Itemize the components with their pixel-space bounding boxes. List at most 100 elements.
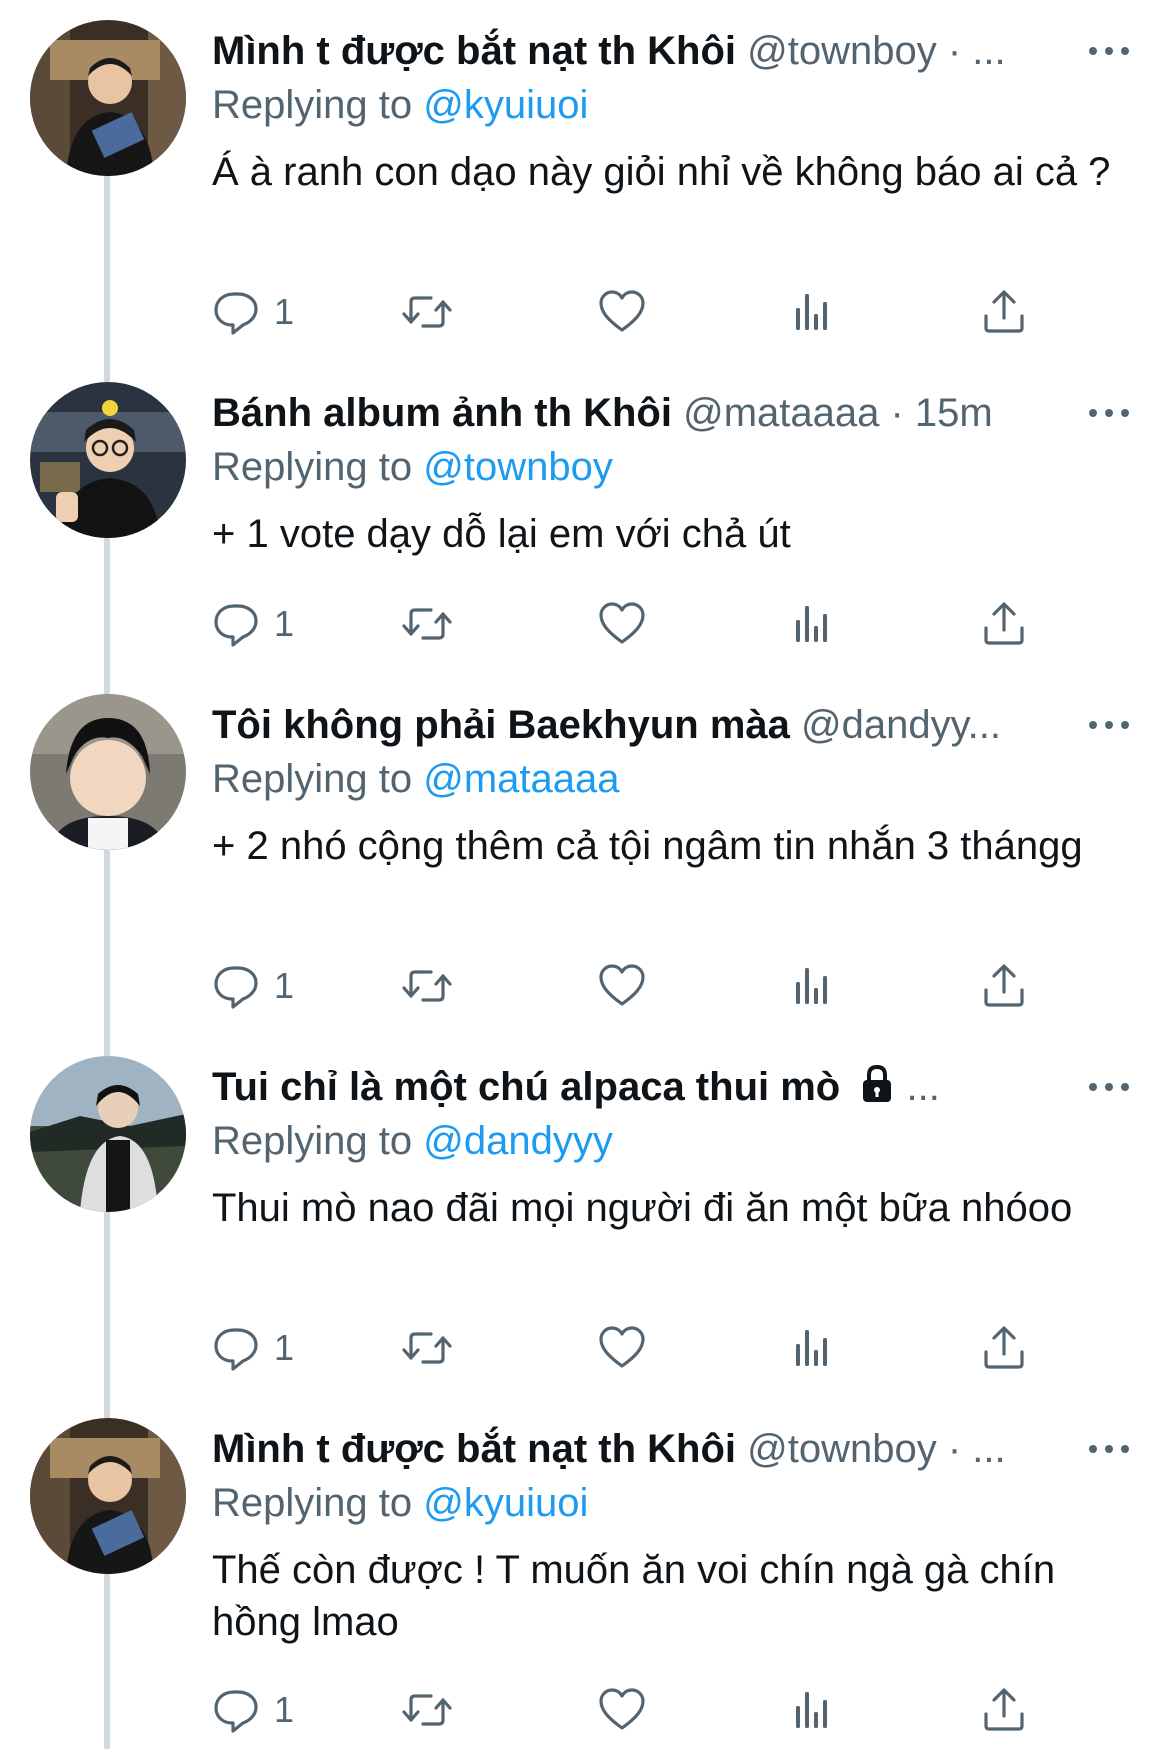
thread-line [104,1398,110,1418]
replying-to-label: Replying to [212,1481,413,1525]
share-button[interactable] [980,282,1028,342]
reply-button[interactable]: 1 [212,956,294,1016]
mention-link[interactable]: @dandyyy [423,1119,613,1163]
replying-to: Replying to @dandyyy [212,1114,613,1168]
avatar[interactable] [30,382,186,538]
like-button[interactable] [598,1318,646,1378]
like-icon [599,964,645,1006]
display-name[interactable]: Mình t được bắt nạt th Khôi [212,29,736,73]
handle[interactable]: @townboy · ... [747,1427,1005,1471]
mention-link[interactable]: @townboy [423,445,613,489]
tweet-item[interactable]: Tôi không phải Baekhyun màa @dandyy... R… [0,674,1170,1050]
share-button[interactable] [980,1318,1028,1378]
share-button[interactable] [980,956,1028,1016]
tweet-header: Tui chỉ là một chú alpaca thui mò ... [212,1060,1072,1118]
more-icon[interactable] [1084,26,1134,76]
handle[interactable]: @dandyy... [801,703,1001,747]
retweet-button[interactable] [400,1318,454,1378]
views-icon [796,294,827,330]
tweet-header: Mình t được bắt nạt th Khôi @townboy · .… [212,24,1072,78]
reply-button[interactable]: 1 [212,1318,294,1378]
replying-to-label: Replying to [212,757,413,801]
more-icon[interactable] [1084,388,1134,438]
avatar[interactable] [30,20,186,176]
retweet-button[interactable] [400,282,454,342]
reply-count: 1 [274,1689,295,1730]
replying-to: Replying to @kyuiuoi [212,78,588,132]
views-button[interactable] [790,1680,834,1740]
action-bar: 1 [212,1318,1112,1378]
avatar[interactable] [30,1056,186,1212]
thread-line [104,1574,110,1749]
thread-line [104,674,110,694]
views-button[interactable] [790,1318,834,1378]
tweet-header: Tôi không phải Baekhyun màa @dandyy... [212,698,1072,752]
action-bar: 1 [212,594,1112,654]
replying-to: Replying to @townboy [212,440,613,494]
reply-button[interactable]: 1 [212,282,294,342]
reply-count: 1 [274,603,295,644]
replying-to-label: Replying to [212,83,413,127]
share-icon [984,964,1024,1007]
display-name[interactable]: Bánh album ảnh th Khôi [212,391,672,435]
thread-line [104,176,110,376]
like-button[interactable] [598,1680,646,1740]
display-name[interactable]: Tui chỉ là một chú alpaca thui mò [212,1065,840,1109]
handle[interactable]: ... [906,1065,939,1109]
handle[interactable]: @townboy · ... [747,29,1005,73]
retweet-button[interactable] [400,956,454,1016]
mention-link[interactable]: @kyuiuoi [423,83,588,127]
thread-line [104,362,110,382]
action-bar: 1 [212,1680,1112,1740]
tweet-item[interactable]: Mình t được bắt nạt th Khôi @townboy · .… [0,1398,1170,1749]
tweet-header: Bánh album ảnh th Khôi @mataaaa · 15m [212,386,1072,440]
thread-line [104,538,110,688]
display-name[interactable]: Tôi không phải Baekhyun màa [212,703,790,747]
more-icon[interactable] [1084,1062,1134,1112]
avatar[interactable] [30,694,186,850]
share-button[interactable] [980,1680,1028,1740]
mention-link[interactable]: @kyuiuoi [423,1481,588,1525]
share-icon [984,602,1024,645]
like-button[interactable] [598,956,646,1016]
reply-button[interactable]: 1 [212,594,294,654]
reply-button[interactable]: 1 [212,1680,294,1740]
like-button[interactable] [598,594,646,654]
more-icon[interactable] [1084,700,1134,750]
mention-link[interactable]: @mataaaa [423,757,619,801]
retweet-button[interactable] [400,1680,454,1740]
avatar[interactable] [30,1418,186,1574]
tweet-item[interactable]: Mình t được bắt nạt th Khôi @townboy · .… [0,0,1170,376]
views-button[interactable] [790,594,834,654]
comment-icon [214,966,258,1009]
tweet-text: Á à ranh con dạo này giỏi nhỉ về không b… [212,150,1111,194]
retweet-icon [402,1332,452,1364]
views-icon [796,606,827,642]
more-icon[interactable] [1084,1424,1134,1474]
thread-line [104,1036,110,1056]
views-icon [796,1692,827,1728]
views-button[interactable] [790,282,834,342]
reply-count: 1 [274,1327,295,1368]
handle[interactable]: @mataaaa · 15m [683,391,993,435]
views-button[interactable] [790,956,834,1016]
replying-to: Replying to @mataaaa [212,752,620,806]
comment-icon [214,292,258,335]
tweet-item[interactable]: Bánh album ảnh th Khôi @mataaaa · 15m Re… [0,362,1170,688]
comment-icon [214,604,258,647]
reply-count: 1 [274,965,295,1006]
like-icon [599,1688,645,1730]
retweet-icon [402,608,452,640]
comment-icon [214,1328,258,1371]
tweet-item[interactable]: Tui chỉ là một chú alpaca thui mò ... Re… [0,1036,1170,1412]
like-button[interactable] [598,282,646,342]
share-icon [984,1688,1024,1731]
action-bar: 1 [212,282,1112,342]
share-icon [984,290,1024,333]
display-name[interactable]: Mình t được bắt nạt th Khôi [212,1427,736,1471]
views-icon [796,968,827,1004]
share-button[interactable] [980,594,1028,654]
retweet-button[interactable] [400,594,454,654]
tweet-text: Thế còn được ! T muốn ăn voi chín ngà gà… [212,1548,1056,1644]
comment-icon [214,1690,258,1733]
